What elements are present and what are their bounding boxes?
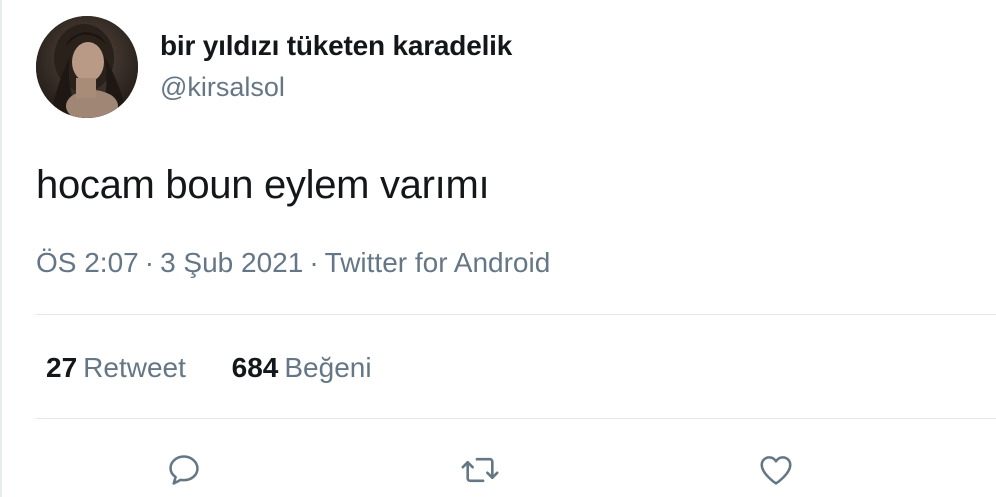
tweet-date[interactable]: 3 Şub 2021 bbox=[160, 247, 303, 278]
user-handle[interactable]: @kirsalsol bbox=[160, 72, 285, 103]
like-stat[interactable]: 684 Beğeni bbox=[232, 352, 372, 384]
tweet-time[interactable]: ÖS 2:07 bbox=[36, 247, 139, 278]
tweet-meta: ÖS 2:07 · 3 Şub 2021 · Twitter for Android bbox=[36, 247, 550, 279]
tweet-source[interactable]: Twitter for Android bbox=[325, 247, 551, 278]
retweet-icon bbox=[461, 457, 499, 483]
divider bbox=[36, 418, 996, 419]
retweet-count: 27 bbox=[46, 352, 78, 383]
display-name[interactable]: bir yıldızı tüketen karadelik bbox=[160, 30, 512, 62]
like-label: Beğeni bbox=[284, 352, 372, 383]
reply-icon bbox=[169, 455, 199, 485]
retweet-label: Retweet bbox=[83, 352, 186, 383]
tweet-text: hocam boun eylem varımı bbox=[36, 163, 490, 207]
reply-button[interactable] bbox=[162, 448, 206, 492]
heart-icon bbox=[760, 456, 792, 485]
meta-separator: · bbox=[144, 247, 155, 278]
avatar[interactable] bbox=[36, 16, 138, 118]
avatar-photo bbox=[36, 16, 138, 118]
retweet-button[interactable] bbox=[458, 448, 502, 492]
divider bbox=[36, 314, 996, 315]
tweet-stats: 27 Retweet 684 Beğeni bbox=[46, 352, 410, 384]
tweet-card: bir yıldızı tüketen karadelik @kirsalsol… bbox=[0, 0, 996, 497]
meta-separator: · bbox=[309, 247, 319, 278]
like-count: 684 bbox=[231, 352, 279, 383]
retweet-stat[interactable]: 27 Retweet bbox=[46, 352, 186, 384]
like-button[interactable] bbox=[754, 448, 798, 492]
